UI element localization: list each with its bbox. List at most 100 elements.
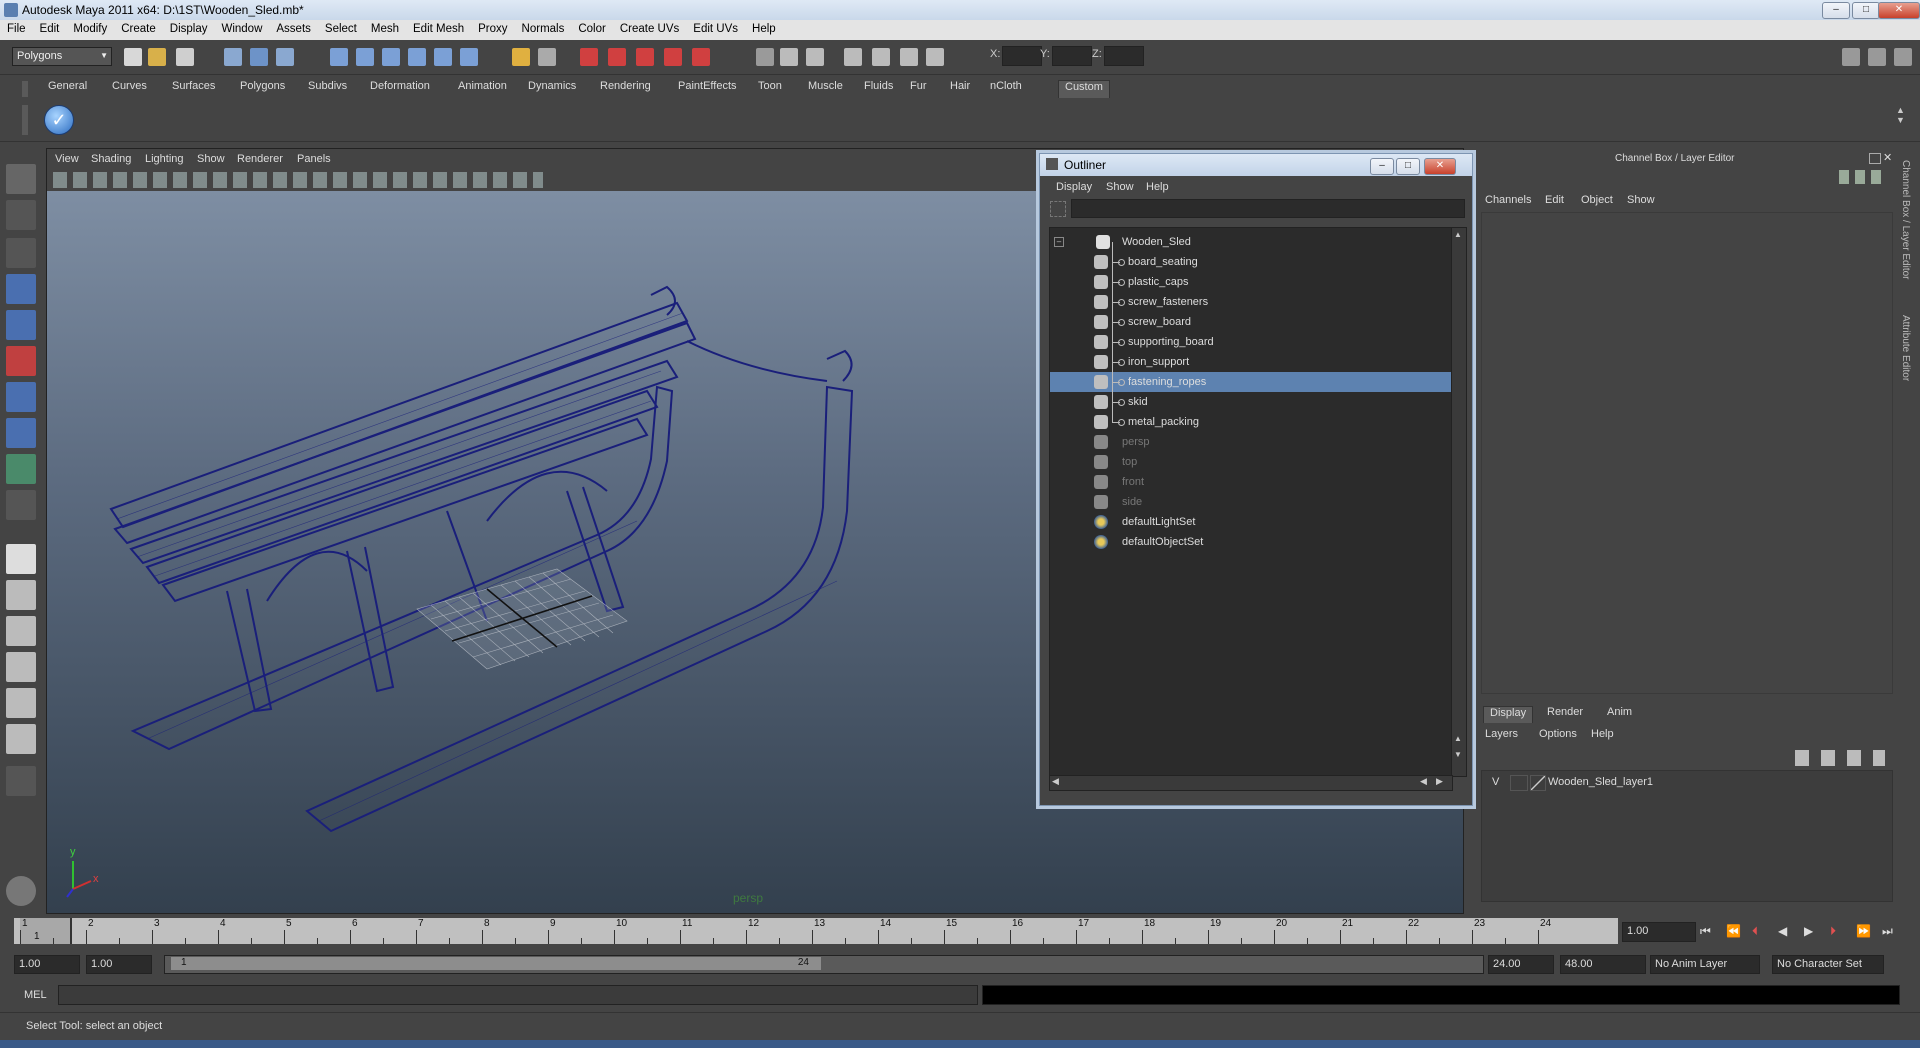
layer-tab-anim[interactable]: Anim bbox=[1601, 706, 1638, 722]
shelf-tab-animation[interactable]: Animation bbox=[458, 80, 507, 97]
open-scene-icon[interactable] bbox=[148, 48, 166, 66]
persp-outliner-layout-icon[interactable] bbox=[6, 616, 36, 646]
layer-tab-display[interactable]: Display bbox=[1483, 706, 1534, 723]
outliner-item[interactable]: fastening_ropes bbox=[1050, 372, 1452, 392]
menu-display[interactable]: Display bbox=[163, 20, 215, 35]
filter-icon[interactable] bbox=[1050, 201, 1066, 217]
menu-set-selector[interactable]: Polygons ▼ bbox=[12, 47, 112, 66]
viewport-menu-renderer[interactable]: Renderer bbox=[237, 153, 283, 165]
shelf-tab-dynamics[interactable]: Dynamics bbox=[528, 80, 576, 97]
step-back-key-icon[interactable]: ⏪ bbox=[1726, 924, 1741, 938]
layer-menu-help[interactable]: Help bbox=[1591, 728, 1614, 740]
menu-create-uvs[interactable]: Create UVs bbox=[613, 20, 686, 35]
maximize-button[interactable]: □ bbox=[1852, 2, 1880, 19]
select-component-icon[interactable] bbox=[276, 48, 294, 66]
universal-manipulator-icon[interactable] bbox=[6, 382, 36, 412]
menu-file[interactable]: File bbox=[0, 20, 33, 35]
menu-edit-uvs[interactable]: Edit UVs bbox=[686, 20, 745, 35]
menu-mesh[interactable]: Mesh bbox=[364, 20, 406, 35]
viewport-menu-show[interactable]: Show bbox=[197, 153, 225, 165]
save-scene-icon[interactable] bbox=[176, 48, 194, 66]
play-backward-icon[interactable]: ◀ bbox=[1778, 924, 1787, 938]
select-hierarchy-icon[interactable] bbox=[224, 48, 242, 66]
shelf-tab-subdivs[interactable]: Subdivs bbox=[308, 80, 347, 97]
shelf-scroll-arrows[interactable]: ▲ ▼ bbox=[1896, 105, 1905, 125]
scroll-right-icon[interactable]: ▶ bbox=[1436, 776, 1443, 787]
outliner-item[interactable]: screw_fasteners bbox=[1050, 292, 1452, 312]
outliner-filter-input[interactable] bbox=[1071, 199, 1465, 218]
close-panel-icon[interactable]: ✕ bbox=[1883, 151, 1892, 164]
move-tool-icon[interactable] bbox=[6, 274, 36, 304]
range-handle[interactable]: 1 24 bbox=[171, 957, 821, 970]
shelf-tab-handle[interactable] bbox=[22, 81, 28, 97]
select-by-name-icon[interactable] bbox=[872, 48, 890, 66]
cb-menu-show[interactable]: Show bbox=[1627, 194, 1655, 206]
four-view-layout-icon[interactable] bbox=[6, 580, 36, 610]
input-line-mode-icon[interactable] bbox=[756, 48, 774, 66]
channel-box-mode-icons[interactable] bbox=[1839, 170, 1887, 184]
z-field[interactable] bbox=[1104, 46, 1144, 66]
new-scene-icon[interactable] bbox=[124, 48, 142, 66]
scroll-down-icon[interactable]: ▼ bbox=[1454, 750, 1462, 759]
check-icon[interactable]: ✓ bbox=[44, 105, 74, 135]
outliner-item[interactable]: defaultObjectSet bbox=[1050, 532, 1452, 552]
minimize-button[interactable]: – bbox=[1822, 2, 1850, 19]
rotate-tool-icon[interactable] bbox=[6, 310, 36, 340]
show-manipulator-icon[interactable] bbox=[6, 454, 36, 484]
menu-proxy[interactable]: Proxy bbox=[471, 20, 514, 35]
layer-row[interactable]: V Wooden_Sled_layer1 bbox=[1482, 773, 1892, 791]
rename-icon[interactable] bbox=[844, 48, 862, 66]
shelf-tab-ncloth[interactable]: nCloth bbox=[990, 80, 1022, 97]
viewport-menu-lighting[interactable]: Lighting bbox=[145, 153, 184, 165]
outliner-item[interactable]: front bbox=[1050, 472, 1452, 492]
x-field[interactable] bbox=[1002, 46, 1042, 66]
viewport-menu-panels[interactable]: Panels bbox=[297, 153, 331, 165]
layer-visibility-toggle[interactable]: V bbox=[1492, 776, 1499, 788]
shelf-tab-toon[interactable]: Toon bbox=[758, 80, 782, 97]
relative-transform-icon[interactable] bbox=[806, 48, 824, 66]
shelf-tab-curves[interactable]: Curves bbox=[112, 80, 147, 97]
collapse-toggle-icon[interactable]: – bbox=[1054, 237, 1064, 247]
last-tool-icon[interactable] bbox=[6, 490, 36, 520]
toggle-tool-settings-icon[interactable] bbox=[1868, 48, 1886, 66]
outliner-horizontal-scrollbar[interactable]: ◀ ◀ ▶ bbox=[1049, 775, 1453, 791]
single-perspective-layout-icon[interactable] bbox=[6, 544, 36, 574]
shelf-tab-rendering[interactable]: Rendering bbox=[600, 80, 651, 97]
outliner-item[interactable]: skid bbox=[1050, 392, 1452, 412]
menu-assets[interactable]: Assets bbox=[269, 20, 318, 35]
layer-menu-options[interactable]: Options bbox=[1539, 728, 1577, 740]
outliner-minimize-button[interactable]: – bbox=[1370, 158, 1394, 175]
outliner-menu-show[interactable]: Show bbox=[1106, 181, 1134, 193]
layer-color-swatch[interactable] bbox=[1530, 775, 1546, 791]
scroll-left-icon[interactable]: ◀ bbox=[1052, 776, 1059, 787]
soft-modification-icon[interactable] bbox=[6, 418, 36, 448]
outliner-item[interactable]: iron_support bbox=[1050, 352, 1452, 372]
character-set-dropdown[interactable]: No Character Set bbox=[1772, 955, 1884, 974]
animation-start-field[interactable]: 1.00 bbox=[14, 955, 80, 974]
hypershade-icon[interactable] bbox=[692, 48, 710, 66]
ipr-render-icon[interactable] bbox=[636, 48, 654, 66]
render-settings-icon[interactable] bbox=[664, 48, 682, 66]
snap-view-plane-icon[interactable] bbox=[434, 48, 452, 66]
viewport-toolbar-icons[interactable] bbox=[53, 172, 543, 188]
step-back-frame-icon[interactable]: ⏴ bbox=[1752, 924, 1758, 939]
layer-type-toggle[interactable] bbox=[1510, 775, 1528, 791]
menu-help[interactable]: Help bbox=[745, 20, 783, 35]
shelf-tab-polygons[interactable]: Polygons bbox=[240, 80, 285, 97]
outliner-menu-help[interactable]: Help bbox=[1146, 181, 1169, 193]
render-frame-icon[interactable] bbox=[608, 48, 626, 66]
outliner-menu-display[interactable]: Display bbox=[1056, 181, 1092, 193]
go-to-end-icon[interactable]: ⏭ bbox=[1882, 924, 1893, 939]
outliner-item[interactable]: supporting_board bbox=[1050, 332, 1452, 352]
cb-menu-edit[interactable]: Edit bbox=[1545, 194, 1564, 206]
menu-select[interactable]: Select bbox=[318, 20, 364, 35]
snap-grid-icon[interactable] bbox=[356, 48, 374, 66]
menu-modify[interactable]: Modify bbox=[66, 20, 114, 35]
scroll-up-icon-lower[interactable]: ▲ bbox=[1454, 734, 1462, 743]
shelf-tab-custom[interactable]: Custom bbox=[1058, 80, 1110, 98]
scroll-left-icon-right[interactable]: ◀ bbox=[1420, 776, 1427, 787]
step-forward-key-icon[interactable]: ⏩ bbox=[1856, 924, 1871, 938]
paint-select-tool-icon[interactable] bbox=[6, 238, 36, 268]
outliner-item[interactable]: screw_board bbox=[1050, 312, 1452, 332]
shelf-tab-general[interactable]: General bbox=[48, 80, 87, 97]
